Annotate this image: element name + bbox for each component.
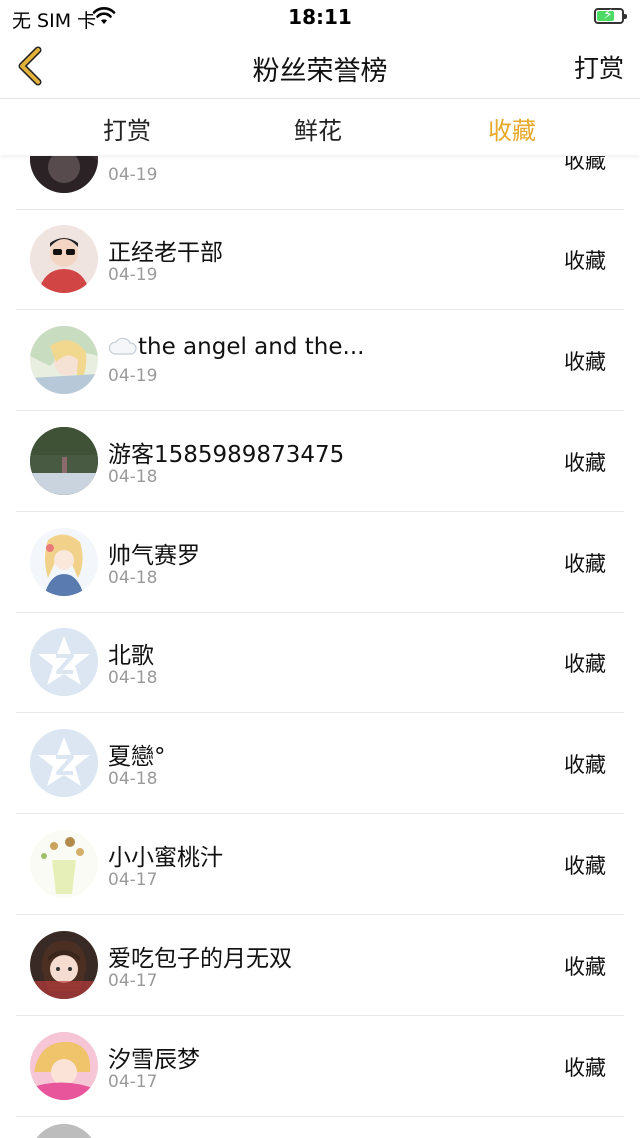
action-label: 收藏 <box>564 451 606 475</box>
action-label: 收藏 <box>564 854 606 878</box>
action-label: 收藏 <box>564 156 606 173</box>
avatar <box>30 225 98 293</box>
action-label: 收藏 <box>564 652 606 676</box>
date-label: 04-17 <box>108 971 158 991</box>
list-item[interactable]: 小小蜜桃汁 04-17 收藏 <box>16 814 624 915</box>
action-label: 收藏 <box>564 350 606 374</box>
date-label: 04-19 <box>108 366 158 386</box>
date-label: 04-18 <box>108 769 158 789</box>
tab-favorites[interactable]: 收藏 <box>488 111 536 146</box>
avatar <box>30 830 98 898</box>
list-item[interactable]: 北歌 04-18 收藏 <box>16 612 624 713</box>
user-name: 游客1585989873475 <box>108 442 345 468</box>
user-name: 爱吃包子的月无双 <box>108 946 292 972</box>
user-name: 正经老干部 <box>108 240 223 266</box>
tab-flowers[interactable]: 鲜花 <box>294 111 342 146</box>
action-label: 收藏 <box>564 552 606 576</box>
date-label: 04-18 <box>108 467 158 487</box>
action-label: 收藏 <box>564 753 606 777</box>
list-item[interactable]: 汐雪辰梦 04-17 收藏 <box>16 1016 624 1117</box>
tab-bar: 打赏 鲜花 收藏 <box>0 99 640 155</box>
avatar <box>36 1124 92 1138</box>
date-label: 04-17 <box>108 870 158 890</box>
date-label: 04-17 <box>108 1072 158 1092</box>
action-label: 收藏 <box>564 249 606 273</box>
user-name: 夏戀° <box>108 744 166 770</box>
avatar <box>30 931 98 999</box>
date-label: 04-19 <box>108 165 158 185</box>
navigation-bar: 粉丝荣誉榜 打赏 <box>0 34 640 98</box>
tab-reward[interactable]: 打赏 <box>103 111 151 146</box>
user-name: the angel and the... <box>108 334 364 360</box>
list-item[interactable]: 夏戀° 04-18 收藏 <box>16 713 624 814</box>
date-label: 04-18 <box>108 568 158 588</box>
user-name: 汐雪辰梦 <box>108 1047 200 1073</box>
user-name: 北歌 <box>108 643 154 669</box>
default-avatar-icon <box>30 729 98 797</box>
action-label: 收藏 <box>564 1056 606 1080</box>
avatar <box>30 326 98 394</box>
user-name-text: the angel and the... <box>138 334 365 360</box>
fan-list: 04-19 收藏 正经老干部 04-19 收藏 the angel and th <box>0 156 640 1138</box>
date-label: 04-19 <box>108 265 158 285</box>
status-bar: 无 SIM 卡 18:11 ⚡ <box>0 0 640 34</box>
reward-button[interactable]: 打赏 <box>574 49 624 85</box>
page-title: 粉丝荣誉榜 <box>252 56 388 87</box>
list-item[interactable]: 04-19 收藏 <box>16 156 624 210</box>
list-item[interactable]: 正经老干部 04-19 收藏 <box>16 209 624 310</box>
list-item[interactable]: 帅气赛罗 04-18 收藏 <box>16 512 624 613</box>
user-name: 小小蜜桃汁 <box>108 845 223 871</box>
battery-icon: ⚡ <box>594 7 627 24</box>
date-label: 04-18 <box>108 668 158 688</box>
list-item[interactable]: 爱吃包子的月无双 04-17 收藏 <box>16 915 624 1016</box>
avatar <box>30 528 98 596</box>
avatar <box>30 1032 98 1100</box>
avatar <box>30 427 98 495</box>
action-label: 收藏 <box>564 955 606 979</box>
list-item[interactable]: the angel and the... 04-19 收藏 <box>16 310 624 411</box>
clock: 18:11 <box>288 5 352 29</box>
avatar <box>30 156 98 193</box>
user-name: 帅气赛罗 <box>108 543 200 569</box>
default-avatar-icon <box>30 628 98 696</box>
list-item[interactable]: 游客1585989873475 04-18 收藏 <box>16 411 624 512</box>
cloud-icon <box>108 337 137 355</box>
